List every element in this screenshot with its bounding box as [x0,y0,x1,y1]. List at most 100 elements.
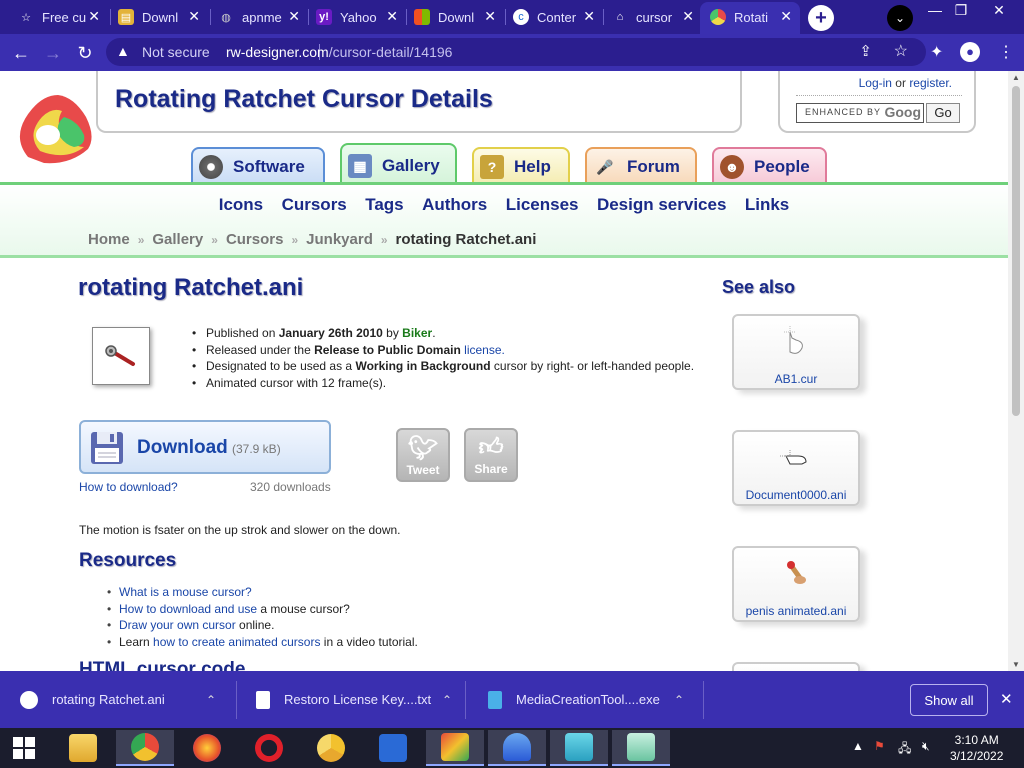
reload-button[interactable]: ↻ [72,40,98,66]
see-also-card[interactable]: AB1.cur [732,314,860,390]
new-tab-button[interactable]: + [808,5,834,31]
menu-item-tags[interactable]: Tags [365,195,403,214]
resource-link[interactable]: how to create animated cursors [153,635,320,649]
download-item[interactable]: MediaCreationTool....exe ⌃ [488,671,698,728]
tab-4[interactable]: y! Yahoo ✕ [316,4,406,30]
mail-app[interactable] [364,730,422,766]
resource-link[interactable]: How to download and use [119,602,257,616]
how-to-download-link[interactable]: How to download? [79,480,178,494]
tweet-button[interactable]: 🐦︎ Tweet [396,428,450,482]
chevron-up-icon[interactable]: ⌃ [674,693,684,707]
close-icon[interactable]: ✕ [188,8,200,25]
close-icon[interactable]: ✕ [288,8,300,25]
breadcrumb-gallery[interactable]: Gallery [152,231,203,248]
file-explorer-app[interactable] [54,730,112,766]
tab-people[interactable]: ☻ People [712,147,827,185]
tab-7[interactable]: ⌂ cursor ✕ [612,4,702,30]
download-button[interactable]: Download (37.9 kB) [79,420,331,474]
flag-icon[interactable]: ⚑ [874,739,885,753]
google-brand: Goog [884,104,921,120]
restore-button[interactable]: ❐ [946,2,976,19]
close-icon[interactable]: ✕ [780,8,792,25]
close-icon[interactable]: ✕ [484,8,496,25]
back-button[interactable]: ← [8,40,34,66]
license-link[interactable]: license. [464,343,505,357]
volume-icon[interactable]: 🔇︎ [922,739,930,754]
start-button[interactable] [0,730,48,766]
tab-3[interactable]: ◍ apnme ✕ [218,4,308,30]
tab-active[interactable]: Rotati ✕ [710,4,800,30]
close-icon[interactable]: ✕ [88,8,100,25]
breadcrumb-home[interactable]: Home [88,231,130,248]
forward-button[interactable]: → [40,40,66,66]
chevron-up-icon[interactable]: ⌃ [206,693,216,707]
tab-2[interactable]: ▤ Downl ✕ [118,4,208,30]
resource-link[interactable]: Draw your own cursor [119,618,236,632]
profile-icon[interactable]: ● [960,42,980,62]
clock[interactable]: 3:10 AM 3/12/2022 [950,732,1003,764]
close-icon[interactable]: ✕ [386,8,398,25]
login-link[interactable]: Log-in [859,76,892,90]
see-also-card[interactable]: penis animated.ani [732,546,860,622]
download-app-icon [565,733,593,761]
warning-icon[interactable]: ▲ [116,43,130,59]
author-link[interactable]: Biker [402,326,432,340]
tab-forum[interactable]: 🎤 Forum [585,147,697,185]
opera-app[interactable] [240,730,298,766]
bookmark-star-icon[interactable]: ☆ [894,41,908,61]
breadcrumb-cursors[interactable]: Cursors [226,231,284,248]
address-bar[interactable]: ▲ Not secure rw-designer.com/cursor-deta… [106,38,926,66]
window-close-button[interactable]: ✕ [984,2,1014,19]
url-text[interactable]: rw-designer.com/cursor-detail/14196 [226,44,452,60]
breadcrumb-junkyard[interactable]: Junkyard [306,231,373,248]
menu-item-authors[interactable]: Authors [422,195,487,214]
firefox-icon [193,734,221,762]
hand-cursor-icon [780,450,807,465]
scroll-down-icon[interactable]: ▼ [1012,660,1020,669]
search-go-button[interactable]: Go [926,103,960,123]
tab-1[interactable]: ☆ Free cu ✕ [18,4,108,30]
chrome-app[interactable] [116,730,174,766]
close-icon[interactable]: ✕ [583,8,595,25]
twitter-bird-icon: 🐦︎ [407,435,439,462]
tab-help[interactable]: ? Help [472,147,570,185]
page-scrollbar[interactable]: ▲ ▼ [1008,71,1024,671]
see-also-card[interactable]: Document0000.ani [732,430,860,506]
resource-link[interactable]: What is a mouse cursor? [119,585,252,599]
menu-item-icons[interactable]: Icons [219,195,263,214]
download-item[interactable]: rotating Ratchet.ani ⌃ [20,671,230,728]
menu-item-design-services[interactable]: Design services [597,195,726,214]
download-item[interactable]: Restoro License Key....txt ⌃ [256,671,456,728]
show-all-button[interactable]: Show all [910,684,988,716]
app-tile[interactable] [550,730,608,766]
see-also-card[interactable] [732,662,860,671]
scroll-up-icon[interactable]: ▲ [1012,73,1020,82]
chrome-beta-app[interactable] [302,730,360,766]
close-icon[interactable]: ✕ [1000,690,1013,708]
firefox-app[interactable] [178,730,236,766]
tab-search-button[interactable]: ⌄ [887,5,913,31]
not-secure-label[interactable]: Not secure [142,44,210,60]
network-icon[interactable]: 🖧︎ [898,739,911,760]
chevron-up-icon[interactable]: ⌃ [442,693,452,707]
tab-software[interactable]: Software [191,147,325,185]
tab-6[interactable]: c Conter ✕ [513,4,603,30]
rw-designer-logo[interactable] [14,87,98,167]
tray-expand-icon[interactable]: ▲ [852,739,864,753]
extensions-icon[interactable]: ✦ [930,42,943,62]
menu-item-cursors[interactable]: Cursors [282,195,347,214]
close-icon[interactable]: ✕ [682,8,694,25]
app-tile[interactable] [488,730,546,766]
share-icon[interactable]: ⇪ [859,42,872,60]
menu-icon[interactable]: ⋮ [998,42,1014,62]
app-tile[interactable] [426,730,484,766]
search-input[interactable]: ENHANCED BY Goog [796,103,924,123]
tab-5[interactable]: Downl ✕ [414,4,504,30]
app-tile[interactable] [612,730,670,766]
scrollbar-thumb[interactable] [1012,86,1020,416]
menu-item-licenses[interactable]: Licenses [506,195,579,214]
register-link[interactable]: register. [909,76,952,90]
tab-gallery[interactable]: ▦ Gallery [340,143,457,187]
menu-item-links[interactable]: Links [745,195,789,214]
share-button[interactable]: 👍︎ Share [464,428,518,482]
